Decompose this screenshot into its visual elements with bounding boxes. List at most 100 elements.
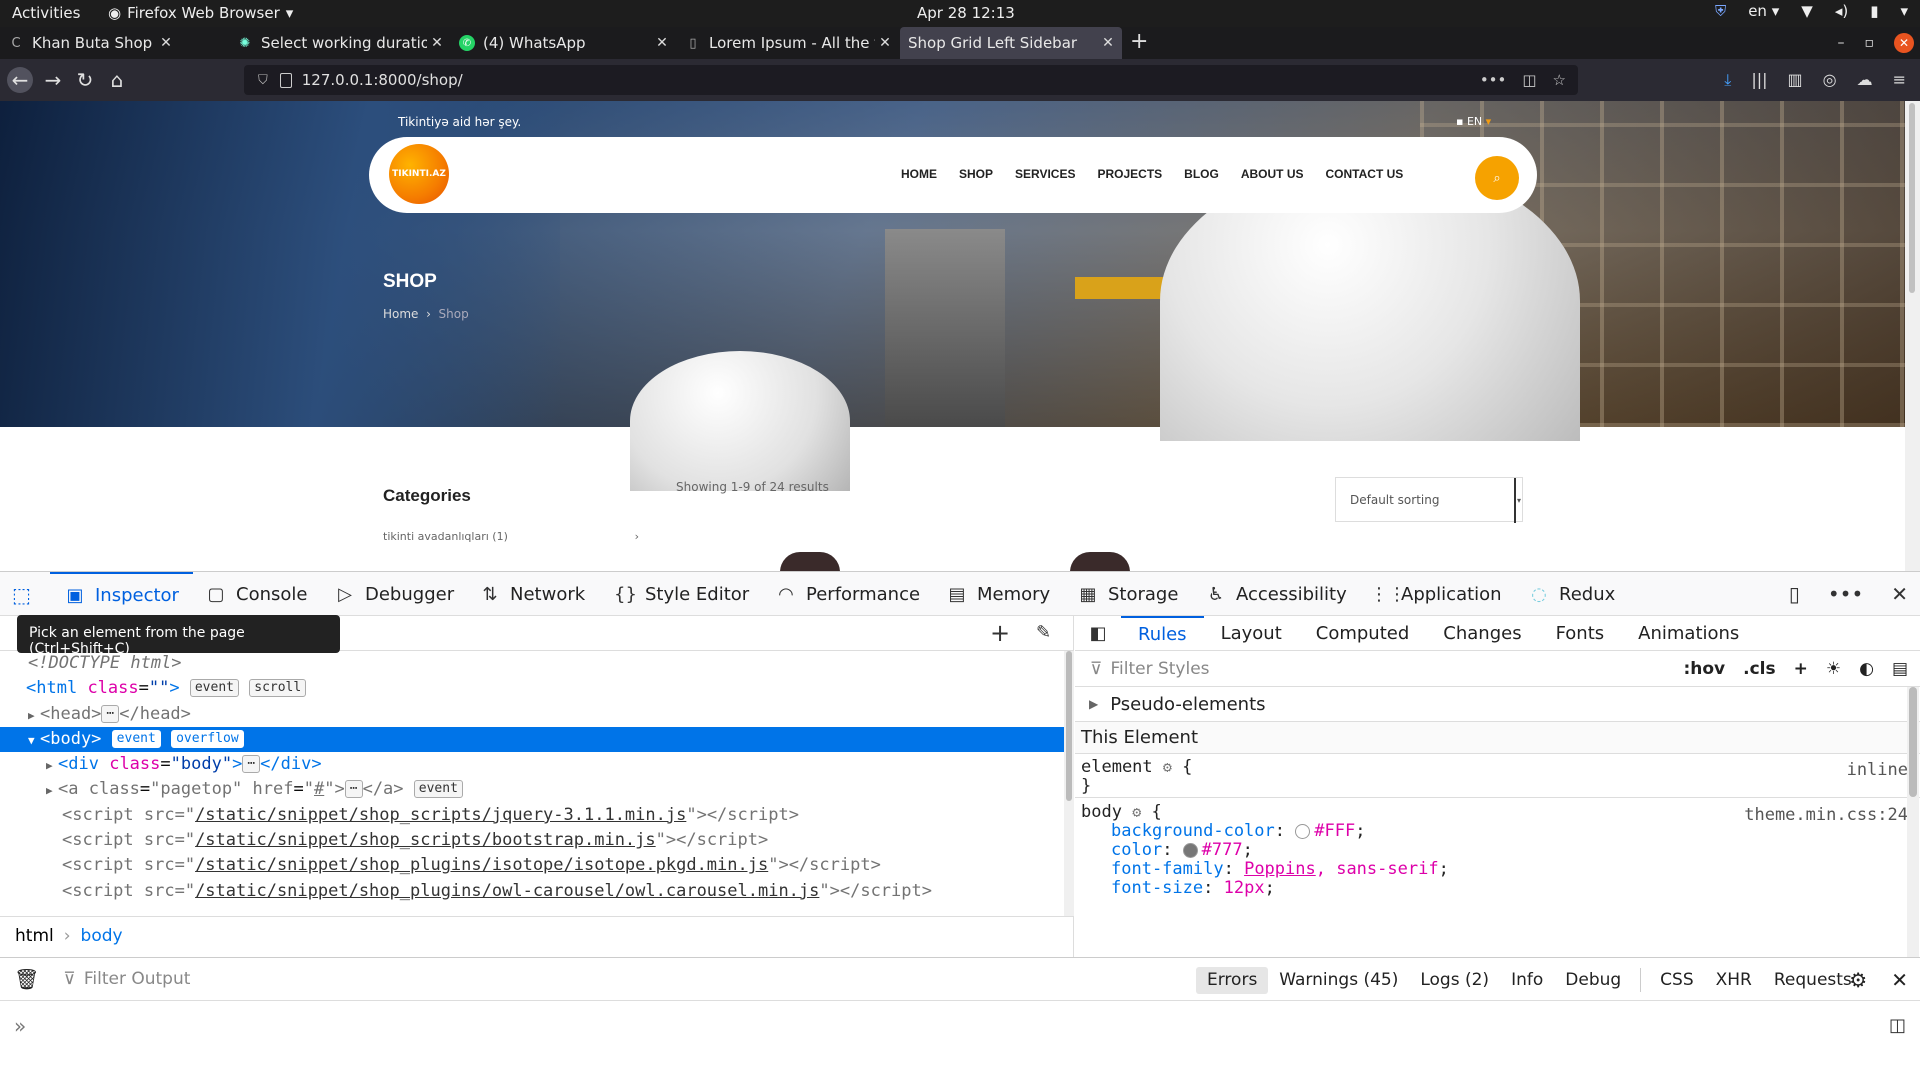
overflow-badge[interactable]: overflow <box>171 729 244 748</box>
cls-toggle[interactable]: .cls <box>1743 659 1775 679</box>
app-menu[interactable]: ◉ Firefox Web Browser ▾ <box>108 4 293 22</box>
markup-a-pagetop[interactable]: ▶ <a class="pagetop" href="#"> ⋯ </a> event <box>0 777 1064 802</box>
rules-scrollbar-thumb[interactable] <box>1909 687 1917 797</box>
rule-source-link[interactable]: theme.min.css:24 <box>1744 805 1908 825</box>
markup-script[interactable]: <script src="/static/snippet/shop_script… <box>0 803 1064 828</box>
light-mode-icon[interactable]: ☀ <box>1826 659 1841 679</box>
page-actions-icon[interactable]: ••• <box>1480 71 1507 89</box>
page-scrollbar[interactable] <box>1905 101 1920 571</box>
tab-computed[interactable]: Computed <box>1299 616 1427 651</box>
close-icon[interactable]: ✕ <box>1098 35 1118 51</box>
battery-icon[interactable]: ▮ <box>1870 2 1878 20</box>
hov-toggle[interactable]: :hov <box>1683 659 1725 679</box>
wifi-icon[interactable]: ▼ <box>1801 2 1813 20</box>
tab-fonts[interactable]: Fonts <box>1539 616 1622 651</box>
markup-scrollbar-thumb[interactable] <box>1066 651 1072 801</box>
collapse-triangle-icon[interactable]: ▼ <box>28 728 40 753</box>
add-rule-icon[interactable]: + <box>1794 659 1808 679</box>
forward-button[interactable]: → <box>40 67 66 93</box>
markup-script[interactable]: <script src="/static/snippet/shop_plugin… <box>0 853 1064 878</box>
expand-triangle-icon[interactable]: ▶ <box>46 753 58 778</box>
volume-icon[interactable]: ◂) <box>1835 2 1848 20</box>
clock[interactable]: Apr 28 12:13 <box>917 4 1015 22</box>
markup-view[interactable]: <!DOCTYPE html> <html class=""> event sc… <box>0 651 1064 916</box>
tab-shop-grid-left-sidebar[interactable]: Shop Grid Left Sidebar ✕ <box>900 27 1122 59</box>
toggle-sidebar-icon[interactable]: ◧ <box>1075 623 1121 644</box>
scroll-badge[interactable]: scroll <box>249 679 307 698</box>
filter-requests[interactable]: Requests <box>1763 967 1863 994</box>
tab-whatsapp[interactable]: ✆ (4) WhatsApp ✕ <box>451 27 676 59</box>
tab-inspector[interactable]: ▣ Inspector <box>50 572 193 616</box>
extension-icon[interactable]: ☁ <box>1857 70 1873 90</box>
markup-script[interactable]: <script src="/static/snippet/shop_plugin… <box>0 879 1064 904</box>
minimize-button[interactable]: – <box>1838 35 1845 51</box>
markup-html[interactable]: <html class=""> event scroll <box>0 676 1064 701</box>
declaration-color[interactable]: color: #777; <box>1081 841 1920 860</box>
gear-icon[interactable]: ⚙ <box>1163 758 1172 776</box>
library-icon[interactable]: ||| <box>1751 70 1767 90</box>
tab-rules[interactable]: Rules <box>1121 615 1204 651</box>
markup-scrollbar[interactable] <box>1064 651 1074 916</box>
color-swatch[interactable] <box>1295 823 1311 839</box>
account-icon[interactable]: ◎ <box>1823 70 1837 90</box>
gear-icon[interactable]: ⚙ <box>1132 803 1141 821</box>
filter-logs[interactable]: Logs (2) <box>1409 967 1500 994</box>
element-picker-icon[interactable]: ⬚ <box>12 583 38 607</box>
close-icon[interactable]: ✕ <box>427 35 447 51</box>
tab-select-working-duration[interactable]: ✺ Select working duration ✕ <box>229 27 451 59</box>
add-node-icon[interactable]: + <box>990 619 1010 647</box>
tab-lorem-ipsum[interactable]: ▯ Lorem Ipsum - All the fac ✕ <box>677 27 899 59</box>
print-media-icon[interactable]: ▤ <box>1892 659 1908 679</box>
color-swatch[interactable] <box>1182 842 1198 858</box>
page-info-icon[interactable] <box>279 72 292 88</box>
filter-css[interactable]: CSS <box>1649 967 1704 994</box>
markup-div-body[interactable]: ▶ <div class="body"> ⋯ </div> <box>0 752 1064 777</box>
menu-projects[interactable]: PROJECTS <box>1097 167 1162 181</box>
url-text[interactable]: 127.0.0.1:8000/shop/ <box>302 71 463 89</box>
eyedropper-icon[interactable]: ✎ <box>1036 622 1051 643</box>
expand-triangle-icon[interactable]: ▶ <box>46 778 58 803</box>
back-button[interactable]: ← <box>7 67 33 93</box>
tab-layout[interactable]: Layout <box>1204 616 1299 651</box>
filter-debug[interactable]: Debug <box>1554 967 1632 994</box>
tab-application[interactable]: ⋮⋮ Application <box>1370 572 1502 616</box>
breadcrumb-home[interactable]: Home <box>383 307 418 321</box>
declaration-font-size[interactable]: font-size: 12px; <box>1081 879 1920 898</box>
tab-khan-buta-shop[interactable]: C Khan Buta Shop ✕ <box>0 27 180 59</box>
system-tray[interactable]: ⛨ en ▾ ▼ ◂) ▮ ▾ <box>1715 2 1908 20</box>
tab-style-editor[interactable]: {} Style Editor <box>614 572 749 616</box>
url-bar[interactable]: ⛉ 127.0.0.1:8000/shop/ ••• ◫ ☆ <box>244 65 1578 95</box>
menu-services[interactable]: SERVICES <box>1015 167 1075 181</box>
tab-debugger[interactable]: ▷ Debugger <box>334 572 454 616</box>
declaration-font-family[interactable]: font-family: Poppins, sans-serif; <box>1081 860 1920 879</box>
collapsed-badge[interactable]: ⋯ <box>101 704 120 723</box>
collapsed-badge[interactable]: ⋯ <box>344 780 363 799</box>
body-rule[interactable]: body ⚙ { background-color: #FFF; color: … <box>1075 803 1920 913</box>
tab-animations[interactable]: Animations <box>1621 616 1756 651</box>
filter-xhr[interactable]: XHR <box>1705 967 1763 994</box>
window-close-button[interactable]: ✕ <box>1894 33 1914 53</box>
home-button[interactable]: ⌂ <box>104 67 130 93</box>
more-options-icon[interactable]: ••• <box>1828 582 1863 606</box>
breadcrumb-html[interactable]: html <box>15 926 54 946</box>
trash-icon[interactable]: 🗑 <box>14 967 39 991</box>
filter-errors[interactable]: Errors <box>1196 966 1269 994</box>
markup-doctype[interactable]: <!DOCTYPE html> <box>0 651 1064 676</box>
tab-memory[interactable]: ▤ Memory <box>946 572 1050 616</box>
console-filter-input[interactable]: ⊽ Filter Output <box>63 969 190 989</box>
menu-shop[interactable]: SHOP <box>959 167 993 181</box>
bookmark-star-icon[interactable]: ☆ <box>1553 71 1566 89</box>
close-icon[interactable]: ✕ <box>1891 968 1908 992</box>
expand-triangle-icon[interactable]: ▶ <box>28 703 40 728</box>
chevron-down-icon[interactable]: ▾ <box>1900 2 1908 20</box>
settings-gear-icon[interactable]: ⚙ <box>1849 968 1867 992</box>
menu-about-us[interactable]: ABOUT US <box>1241 167 1304 181</box>
element-rule[interactable]: element ⚙ { } inline <box>1075 758 1920 798</box>
pseudo-elements-toggle[interactable]: ▶ Pseudo-elements <box>1075 687 1920 722</box>
site-logo[interactable]: TIKINTI.AZ <box>389 144 449 204</box>
event-badge[interactable]: event <box>189 679 239 698</box>
pocket-icon[interactable]: ◫ <box>1522 71 1536 89</box>
category-item[interactable]: tikinti avadanlıqları (1) › <box>383 530 639 543</box>
language-indicator[interactable]: en ▾ <box>1748 2 1779 20</box>
filter-warnings[interactable]: Warnings (45) <box>1268 967 1409 994</box>
